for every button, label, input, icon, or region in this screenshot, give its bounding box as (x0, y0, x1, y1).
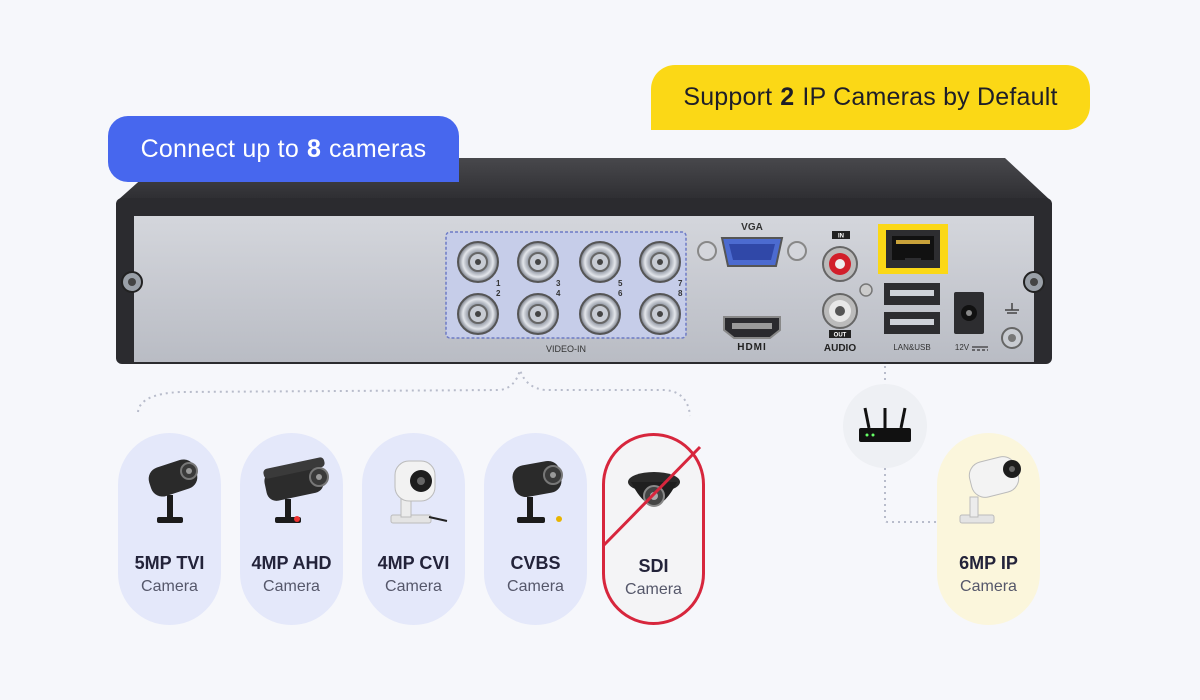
bnc-connector-icon (517, 293, 559, 335)
connect-cameras-badge: Connect up to 8 cameras (108, 116, 459, 182)
camera-sub: Camera (385, 578, 442, 595)
vga-label: VGA (741, 222, 763, 233)
camera-name: 4MP CVI (377, 553, 450, 573)
camera-sub: Camera (507, 578, 564, 595)
screw-left-icon (121, 271, 143, 293)
camera-sub: Camera (263, 578, 320, 595)
white-bullet-camera-icon (959, 456, 1021, 524)
badge-ip-suffix: IP Cameras by Default (802, 83, 1058, 111)
bullet-camera-icon (148, 459, 198, 523)
bnc-connector-icon (579, 293, 621, 335)
camera-card-sdi: SDI Camera (602, 433, 705, 625)
audio-out-port-icon (822, 293, 858, 329)
audio-in-port-icon (822, 246, 858, 282)
camera-sub: Camera (960, 578, 1017, 595)
channel-number-label: 1 (496, 279, 501, 288)
audio-out-label: OUT (834, 333, 847, 339)
bullet-camera-icon (511, 460, 563, 523)
lan-port-icon (886, 230, 940, 268)
small-screw-icon (859, 283, 873, 297)
camera-card-cvi: 4MP CVI Camera (362, 433, 465, 625)
unsupported-slash-icon (602, 445, 702, 547)
lan-usb-label: LAN&USB (893, 343, 930, 352)
camera-card-cvbs: CVBS Camera (484, 433, 587, 625)
badge-cameras-prefix: Connect up to (140, 134, 299, 163)
bnc-connector-icon (457, 293, 499, 335)
camera-name: 6MP IP (959, 553, 1018, 573)
camera-name: CVBS (510, 553, 561, 573)
power-label: 12V (955, 343, 970, 352)
channel-number-label: 7 (678, 279, 683, 288)
channel-number-label: 3 (556, 279, 561, 288)
white-bullet-camera-icon (390, 460, 447, 524)
bnc-connector-icon (579, 241, 621, 283)
router-icon (859, 407, 911, 442)
hdmi-port-icon (723, 316, 781, 339)
channel-number-label: 4 (556, 289, 561, 298)
video-in-label: VIDEO-IN (546, 344, 586, 354)
channel-number-label: 8 (678, 289, 683, 298)
bullet-camera-icon (262, 457, 329, 523)
connection-line-analog (137, 366, 691, 417)
camera-card-ahd: 4MP AHD Camera (240, 433, 343, 625)
hdmi-label: HDMI (737, 342, 767, 353)
router (843, 384, 927, 468)
power-port-icon (954, 292, 984, 334)
channel-number-label: 5 (618, 279, 623, 288)
badge-ip-number: 2 (780, 83, 795, 111)
usb-port-1-icon (884, 283, 940, 305)
audio-in-label: IN (838, 234, 844, 240)
badge-cameras-number: 8 (306, 134, 322, 163)
bnc-connector-icon (639, 293, 681, 335)
usb-port-2-icon (884, 312, 940, 334)
channel-number-label: 2 (496, 289, 501, 298)
ground-screw-icon (1001, 327, 1023, 349)
camera-sub: Camera (141, 578, 198, 595)
ip-support-badge: Support 2 IP Cameras by Default (651, 65, 1090, 130)
bnc-connector-icon (639, 241, 681, 283)
channel-number-label: 6 (618, 289, 623, 298)
badge-ip-prefix: Support (683, 83, 773, 111)
camera-card-tvi: 5MP TVI Camera (118, 433, 221, 625)
badge-cameras-suffix: cameras (329, 134, 427, 163)
audio-label: AUDIO (824, 343, 856, 354)
bnc-connector-icon (457, 241, 499, 283)
bnc-connector-icon (517, 241, 559, 283)
camera-name: 5MP TVI (134, 553, 205, 573)
camera-card-ip: 6MP IP Camera (937, 433, 1040, 625)
camera-name: 4MP AHD (251, 553, 332, 573)
screw-right-icon (1023, 271, 1045, 293)
